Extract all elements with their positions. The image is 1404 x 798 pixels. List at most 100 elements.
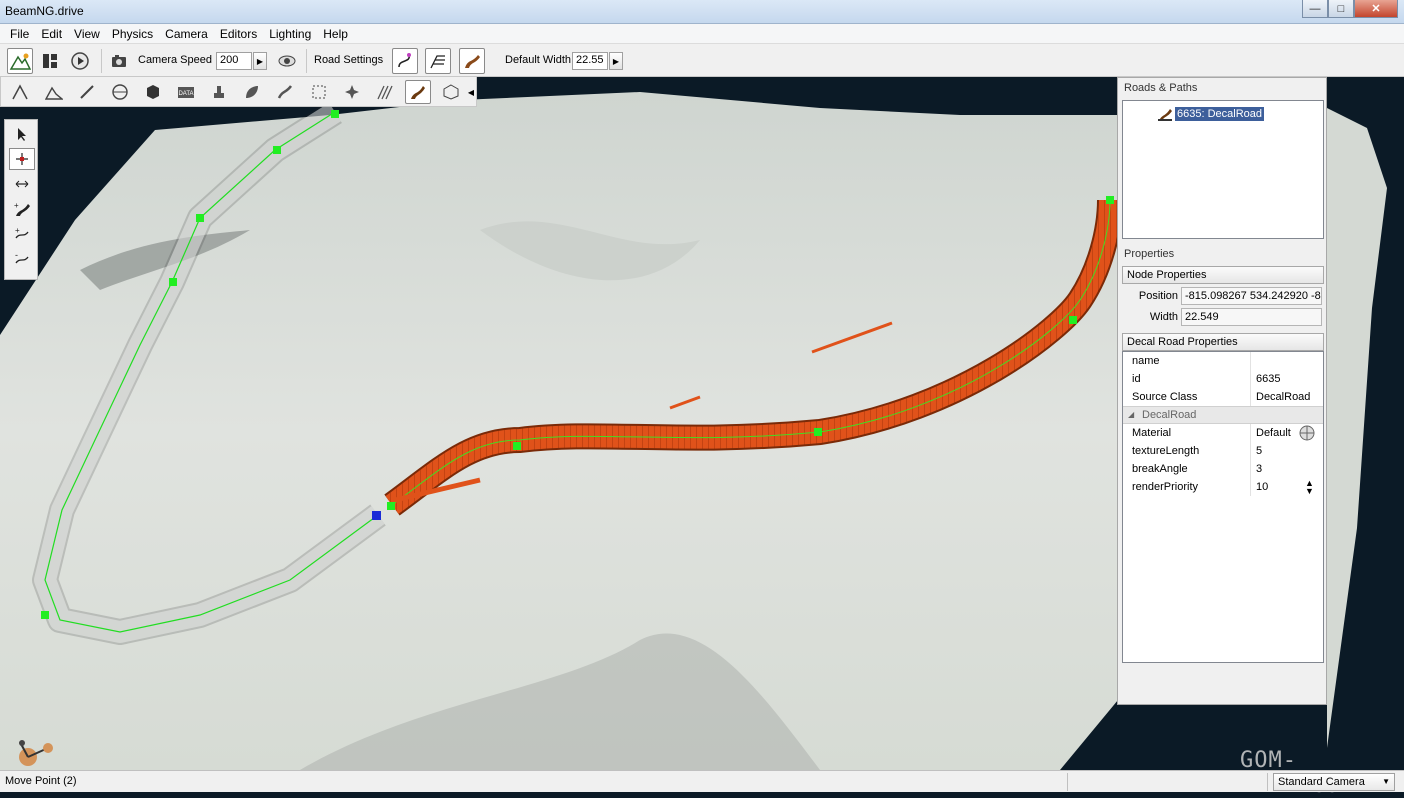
prop-value[interactable]: Default (1256, 427, 1291, 439)
menu-editors[interactable]: Editors (214, 27, 263, 41)
menu-camera[interactable]: Camera (159, 27, 214, 41)
material-picker-icon[interactable] (1299, 425, 1315, 441)
window-controls: — □ ✕ (1302, 0, 1398, 18)
position-field[interactable]: -815.098267 534.242920 -83 (1181, 287, 1322, 305)
arrow-cursor-icon (18, 128, 26, 141)
menu-lighting[interactable]: Lighting (263, 27, 317, 41)
column-divider (1250, 442, 1251, 460)
prop-row-texture-length[interactable]: textureLength 5 (1123, 442, 1323, 460)
prop-value[interactable]: DecalRoad (1256, 391, 1310, 403)
tool-decal-road-button[interactable] (405, 80, 431, 104)
object-editor-icon (12, 84, 28, 100)
tool-object-button[interactable] (7, 80, 33, 104)
category-label: DecalRoad (1142, 409, 1197, 421)
add-road-button[interactable]: + (9, 198, 35, 220)
camera-button[interactable] (106, 48, 132, 74)
category-decalroad[interactable]: ◢ DecalRoad (1123, 406, 1323, 424)
road-editor-panel: Roads & Paths 6635: DecalRoad Properties… (1117, 77, 1327, 705)
prop-value[interactable]: 10 (1256, 481, 1268, 493)
road-node[interactable] (814, 428, 822, 436)
road-tool-palette: + + - (4, 119, 38, 280)
tool-paint-button[interactable] (74, 80, 100, 104)
prop-value[interactable]: 3 (1256, 463, 1262, 475)
terrain-icon (9, 53, 31, 70)
menu-help[interactable]: Help (317, 27, 354, 41)
tool-forest-button[interactable] (239, 80, 265, 104)
tools-overflow-arrow[interactable]: ◀ (466, 80, 476, 104)
column-divider (1250, 370, 1251, 388)
tool-select-button[interactable] (306, 80, 332, 104)
wireframe-road-icon (430, 55, 445, 69)
node-properties-header: Node Properties (1122, 266, 1324, 284)
width-field[interactable]: 22.549 (1181, 308, 1322, 326)
prop-key: breakAngle (1132, 463, 1188, 475)
road-node[interactable] (169, 278, 177, 286)
menu-file[interactable]: File (4, 27, 35, 41)
prop-row-source-class[interactable]: Source Class DecalRoad (1123, 388, 1323, 406)
road-node[interactable] (1106, 196, 1114, 204)
default-width-input[interactable]: 22.55 (572, 52, 608, 70)
3d-viewport[interactable] (0, 77, 1118, 770)
road-node[interactable] (196, 214, 204, 222)
select-tool-button[interactable] (9, 123, 35, 145)
roads-tree[interactable]: 6635: DecalRoad (1122, 100, 1324, 239)
menu-edit[interactable]: Edit (35, 27, 68, 41)
tool-material-button[interactable] (206, 80, 232, 104)
tool-data-button[interactable]: DATA (173, 80, 199, 104)
default-width-spinner[interactable]: ▶ (609, 52, 623, 70)
insert-point-button[interactable]: + (9, 223, 35, 245)
remove-point-button[interactable]: - (9, 248, 35, 270)
width-row: Width 22.549 (1122, 307, 1324, 327)
prop-row-render-priority[interactable]: renderPriority 10 ▲ ▼ (1123, 478, 1323, 496)
world-editor-button[interactable] (7, 48, 33, 74)
status-divider (1067, 773, 1068, 791)
visibility-button[interactable] (274, 48, 300, 74)
road-node[interactable] (273, 146, 281, 154)
tool-sphere-button[interactable] (107, 80, 133, 104)
prop-row-material[interactable]: Material Default (1123, 424, 1323, 442)
camera-mode-select[interactable]: Standard Camera ▼ (1273, 773, 1395, 791)
prop-key: Source Class (1132, 391, 1198, 403)
road-spline-button[interactable] (392, 48, 418, 74)
prop-value[interactable]: 6635 (1256, 373, 1280, 385)
maximize-button[interactable]: □ (1328, 0, 1354, 18)
leaf-icon (246, 86, 258, 98)
mountain-icon (45, 86, 63, 100)
move-point-icon (16, 153, 28, 165)
camera-speed-spinner[interactable]: ▶ (253, 52, 267, 70)
gui-editor-button[interactable] (37, 48, 63, 74)
selected-road-node[interactable] (372, 511, 381, 520)
menu-view[interactable]: View (68, 27, 106, 41)
camera-speed-input[interactable]: 200 (216, 52, 252, 70)
prop-row-name[interactable]: name (1123, 352, 1323, 370)
tool-mesh-road-button[interactable] (372, 80, 398, 104)
tool-mesh-button[interactable] (140, 80, 166, 104)
tool-sun-button[interactable] (339, 80, 365, 104)
menu-physics[interactable]: Physics (106, 27, 159, 41)
tree-item-decal-road[interactable]: 6635: DecalRoad (1157, 105, 1265, 123)
move-point-button[interactable] (9, 148, 35, 170)
svg-text:DATA: DATA (178, 91, 193, 97)
spinner-arrows-icon[interactable]: ▲ ▼ (1305, 479, 1314, 496)
road-node[interactable] (41, 611, 49, 619)
prop-row-break-angle[interactable]: breakAngle 3 (1123, 460, 1323, 478)
globe-icon (112, 84, 128, 100)
tool-navmesh-button[interactable] (438, 80, 464, 104)
road-node[interactable] (1069, 316, 1077, 324)
close-button[interactable]: ✕ (1354, 0, 1398, 18)
minimize-button[interactable]: — (1302, 0, 1328, 18)
tool-river-button[interactable] (272, 80, 298, 104)
default-width-label: Default Width (505, 54, 572, 66)
properties-title: Properties (1124, 248, 1175, 260)
play-button[interactable] (67, 48, 93, 74)
prop-row-id[interactable]: id 6635 (1123, 370, 1323, 388)
road-node[interactable] (513, 442, 521, 450)
road-node[interactable] (387, 502, 395, 510)
prop-value[interactable]: 5 (1256, 445, 1262, 457)
scale-point-button[interactable] (9, 173, 35, 195)
road-wireframe-button[interactable] (425, 48, 451, 74)
sun-icon (345, 85, 359, 99)
tool-terrain-button[interactable] (41, 80, 67, 104)
road-textured-button[interactable] (459, 48, 485, 74)
road-node[interactable] (331, 110, 339, 118)
